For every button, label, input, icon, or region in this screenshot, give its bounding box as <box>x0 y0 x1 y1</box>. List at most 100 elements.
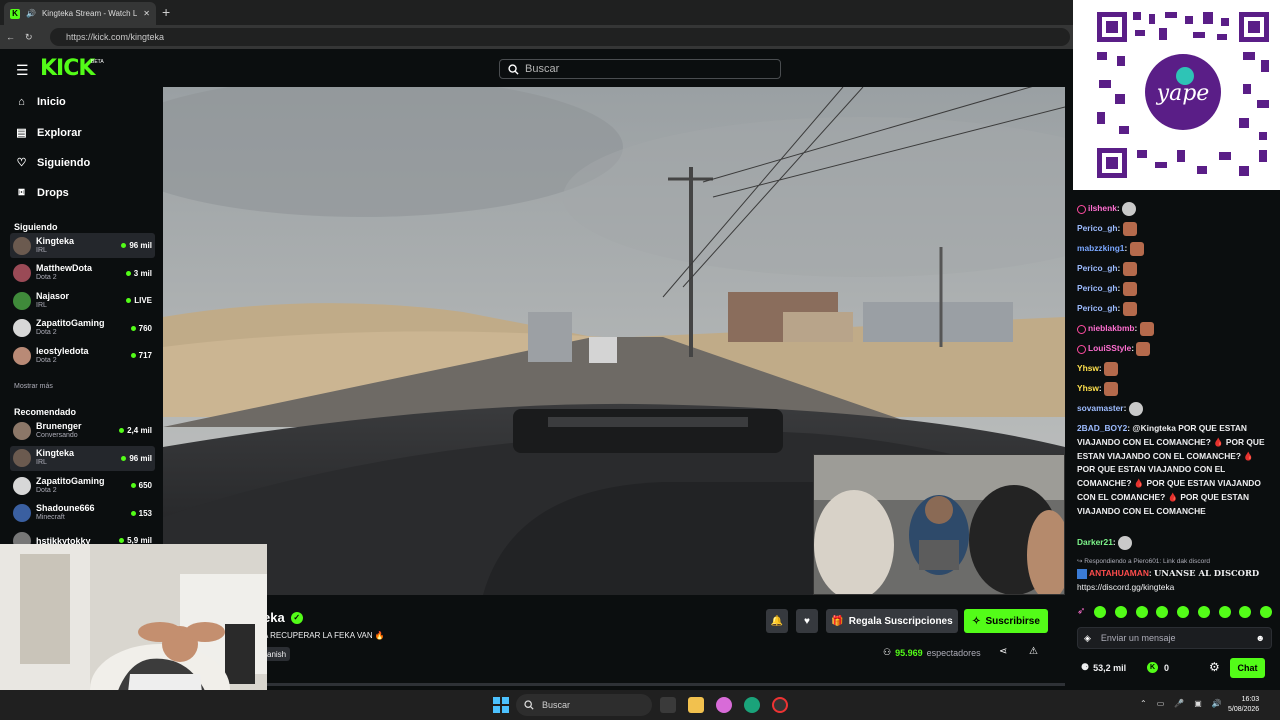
channel-category: Dota 2 <box>36 486 57 494</box>
viewer-count: 96 mil <box>129 241 152 250</box>
viewer-count: 717 <box>138 351 152 360</box>
app-icon[interactable] <box>772 697 788 713</box>
microphone-icon[interactable]: 🎤 <box>1174 699 1184 708</box>
file-explorer-icon[interactable] <box>688 697 704 713</box>
channel-item[interactable]: ZapatitoGaming Dota 2 760 <box>10 316 155 341</box>
drops-icon: ⧈ <box>18 186 25 198</box>
channel-avatar <box>13 449 31 467</box>
volume-icon[interactable]: 🔊 <box>1212 699 1222 708</box>
taskbar-clock[interactable]: 16:03 5/08/2026 <box>1228 695 1259 715</box>
edge-browser-icon[interactable] <box>744 697 760 713</box>
chat-username[interactable]: sovamaster <box>1077 403 1124 413</box>
channel-item[interactable]: Najasor IRL LIVE <box>10 288 155 313</box>
channel-points[interactable]: ⚈ 53,2 mil <box>1081 662 1126 673</box>
channel-item[interactable]: Kingteka IRL 96 mil <box>10 233 155 258</box>
channel-item[interactable]: leostyledota Dota 2 717 <box>10 343 155 368</box>
url-field[interactable]: https://kick.com/kingteka <box>50 28 1070 46</box>
task-view-icon[interactable] <box>660 697 676 713</box>
discord-link[interactable]: https://discord.gg/kingteka <box>1077 582 1174 592</box>
channel-viewers: 3 mil <box>125 268 155 278</box>
viewer-count: 2,4 mil <box>127 426 152 435</box>
chat-username[interactable]: Perico_gh <box>1077 303 1118 313</box>
channel-name: ZapatitoGaming <box>36 318 105 328</box>
chat-username[interactable]: LouiSStyle <box>1088 343 1131 353</box>
chat-send-button[interactable]: Chat <box>1230 658 1265 678</box>
chat-username[interactable]: Yhsw <box>1077 363 1099 373</box>
search-input[interactable]: Buscar <box>499 59 781 79</box>
emote-icon[interactable] <box>1197 606 1210 618</box>
chat-username[interactable]: ANTAHUAMAN <box>1089 568 1149 578</box>
reload-icon[interactable]: ↻ <box>25 32 33 43</box>
page-scrollbar[interactable] <box>163 683 1065 686</box>
chat-username[interactable]: Yhsw <box>1077 383 1099 393</box>
viewer-count: 650 <box>138 481 152 490</box>
emote-icon[interactable] <box>1177 606 1190 618</box>
taskbar-search[interactable]: Buscar <box>516 694 652 716</box>
emote-icon[interactable] <box>1135 606 1148 618</box>
report-icon[interactable]: ⚠ <box>1029 646 1038 657</box>
copilot-icon[interactable] <box>716 697 732 713</box>
nav-siguiendo[interactable]: ♡ Siguiendo <box>16 156 91 170</box>
nav-drops[interactable]: ⧈ Drops <box>16 186 69 199</box>
viewer-count: 3 mil <box>133 268 152 278</box>
channel-item[interactable]: Brunenger Conversando 2,4 mil <box>10 418 155 443</box>
chat-username[interactable]: Perico_gh <box>1077 223 1118 233</box>
settings-gear-icon[interactable]: ⚙ <box>1209 660 1220 674</box>
rocket-emote-icon[interactable]: ➶ <box>1077 606 1085 620</box>
menu-icon[interactable]: ☰ <box>16 62 29 79</box>
live-dot-icon <box>119 428 125 433</box>
start-button[interactable] <box>493 697 509 713</box>
show-more-link[interactable]: Mostrar más <box>14 383 53 390</box>
emote-icon[interactable] <box>1218 606 1231 618</box>
emote-icon[interactable] <box>1156 606 1169 618</box>
back-icon[interactable]: ← <box>6 32 15 42</box>
chat-username[interactable]: 2BAD_BOY2 <box>1077 423 1127 433</box>
kick-points[interactable]: K 0 <box>1147 662 1169 673</box>
live-dot-icon <box>119 538 125 543</box>
new-tab-button[interactable]: + <box>162 4 170 20</box>
channel-item[interactable]: Kingteka IRL 96 mil <box>10 445 155 471</box>
emote-icon[interactable] <box>1260 606 1272 618</box>
chat-message: mabzzking1: <box>1077 242 1272 256</box>
chevron-up-icon[interactable]: ⌃ <box>1140 699 1147 708</box>
emote-icon[interactable] <box>1094 606 1107 618</box>
browser-tab[interactable]: K 🔊 Kingteka Stream - Watch Live ✕ <box>4 2 156 25</box>
chat-username[interactable]: Perico_gh <box>1077 283 1118 293</box>
channel-category: Dota 2 <box>36 274 57 281</box>
channel-viewers: 96 mil <box>121 454 155 463</box>
channel-item[interactable]: ZapatitoGaming Dota 2 650 <box>10 473 155 498</box>
notification-icon[interactable]: ▭ <box>1157 699 1165 708</box>
channel-item[interactable]: MatthewDota Dota 2 3 mil <box>10 261 155 286</box>
share-icon[interactable]: ⋖ <box>999 646 1007 657</box>
speaker-icon[interactable]: 🔊 <box>26 9 36 18</box>
gift-subs-label: Regala Suscripciones <box>848 615 953 627</box>
chat-username[interactable]: ilshenk <box>1088 203 1117 213</box>
channel-name: MatthewDota <box>36 263 92 273</box>
face-emote-icon <box>1122 282 1137 296</box>
sub-badge-icon <box>1077 344 1086 354</box>
chat-username[interactable]: Darker21 <box>1077 537 1113 547</box>
notifications-button[interactable]: 🔔 <box>766 609 788 633</box>
channel-item[interactable]: Shadoune666 Minecraft 153 <box>10 501 155 526</box>
face-emote-icon <box>1139 322 1154 336</box>
chat-username[interactable]: mabzzking1 <box>1077 243 1124 253</box>
emote-icon[interactable] <box>1239 606 1252 618</box>
channel-avatar <box>13 291 31 310</box>
nav-inicio[interactable]: ⌂ Inicio <box>16 96 66 108</box>
follow-button[interactable]: ♥ <box>796 609 818 633</box>
chat-message-long: 2BAD_BOY2: @Kingteka POR QUE ESTAN VIAJA… <box>1077 423 1265 516</box>
channel-info: ZapatitoGaming Dota 2 <box>36 318 131 338</box>
tab-close-icon[interactable]: ✕ <box>143 9 150 18</box>
network-icon[interactable]: ▣ <box>1194 699 1202 708</box>
language-tag[interactable]: anish <box>263 647 291 661</box>
channel-category: IRL <box>36 459 47 466</box>
nav-explorar[interactable]: ▤ Explorar <box>16 126 81 140</box>
emote-icon[interactable] <box>1114 606 1127 618</box>
subscribe-button[interactable]: ✧ Suscribirse <box>964 609 1048 633</box>
chat-username[interactable]: nieblakbmb <box>1088 323 1135 333</box>
emoji-icon[interactable]: ☻ <box>1256 633 1265 643</box>
chat-input[interactable]: ◈ Enviar un mensaje ☻ <box>1077 627 1272 649</box>
kick-logo[interactable]: KICK <box>40 56 95 81</box>
gift-subs-button[interactable]: 🎁 Regala Suscripciones <box>826 609 958 633</box>
chat-username[interactable]: Perico_gh <box>1077 263 1118 273</box>
